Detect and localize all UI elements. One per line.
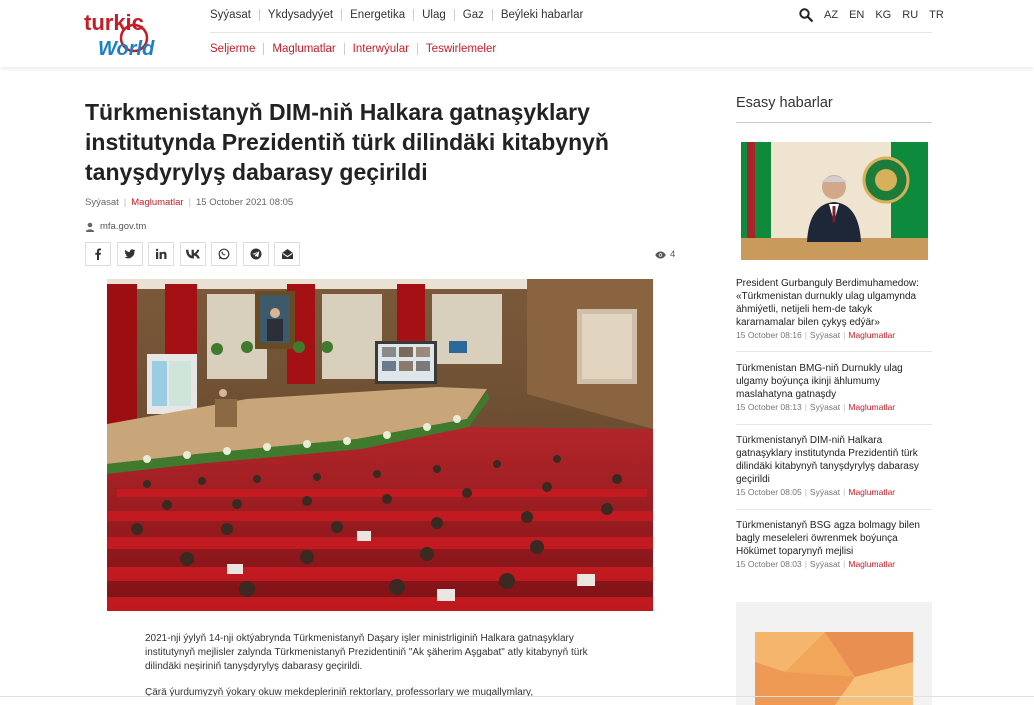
nav-item-syyasat[interactable]: Syýasat xyxy=(210,9,259,21)
news-category[interactable]: Maglumatlar xyxy=(848,487,895,497)
search-icon[interactable] xyxy=(799,8,813,22)
news-title[interactable]: Türkmenistanyň BSG agza bolmagy bilen ba… xyxy=(736,519,932,558)
lang-tr[interactable]: TR xyxy=(929,9,944,21)
news-category[interactable]: Maglumatlar xyxy=(848,559,895,569)
sidebar-featured-image[interactable] xyxy=(741,142,928,260)
news-category[interactable]: Maglumatlar xyxy=(848,330,895,340)
envelope-icon xyxy=(281,249,293,259)
sidebar-news-item[interactable]: President Gurbanguly Berdimuhamedow: «Tü… xyxy=(736,277,932,340)
turkic-world-logo[interactable]: turkic World xyxy=(84,8,174,58)
news-date: 15 October 08:03 xyxy=(736,559,802,569)
twitter-icon xyxy=(123,249,135,259)
sidebar-news-item[interactable]: Türkmenistan BMG-niň Durnukly ulag ulgam… xyxy=(736,362,932,412)
article-body: 2021-nji ýylyň 14-nji oktýabrynda Türkme… xyxy=(145,632,595,705)
article-category-maglumatlar[interactable]: Maglumatlar xyxy=(131,197,183,208)
news-category[interactable]: Syýasat xyxy=(810,330,840,340)
news-divider xyxy=(736,509,932,510)
lang-ru[interactable]: RU xyxy=(902,9,918,21)
article-category-syyasat[interactable]: Syýasat xyxy=(85,197,119,208)
secondary-nav: Seljerme Maglumatlar Interwýular Teswirl… xyxy=(210,43,504,55)
news-category[interactable]: Syýasat xyxy=(810,487,840,497)
news-meta: 15 October 08:03 | Syýasat | Maglumatlar xyxy=(736,559,896,569)
lang-az[interactable]: AZ xyxy=(824,9,838,21)
article-source: mfa.gov.tm xyxy=(85,221,146,232)
nav-divider xyxy=(210,32,932,33)
share-telegram-button[interactable] xyxy=(242,242,269,266)
advertisement-box xyxy=(736,602,932,705)
nav-item-teswirlemeler[interactable]: Teswirlemeler xyxy=(416,43,504,55)
nav-item-beyleki-habarlar[interactable]: Beýleki habarlar xyxy=(491,9,591,21)
article-hero-image[interactable] xyxy=(107,279,653,611)
meta-separator: | xyxy=(123,197,127,208)
advertisement-image[interactable] xyxy=(755,632,913,705)
news-divider xyxy=(736,424,932,425)
nav-item-maglumatlar[interactable]: Maglumatlar xyxy=(263,43,343,55)
share-vk-button[interactable] xyxy=(179,242,206,266)
share-buttons xyxy=(85,242,306,266)
article-meta: Syýasat | Maglumatlar | 15 October 2021 … xyxy=(85,197,293,208)
sidebar-title: Esasy habarlar xyxy=(736,95,833,111)
meta-separator: | xyxy=(188,197,192,208)
language-switcher: AZ EN KG RU TR xyxy=(824,9,955,21)
news-meta: 15 October 08:05 | Syýasat | Maglumatlar xyxy=(736,487,896,497)
facebook-icon xyxy=(95,248,101,260)
primary-nav: Syýasat Ykdysadyýet Energetika Ulag Gaz … xyxy=(210,9,591,21)
whatsapp-icon xyxy=(218,248,230,260)
nav-item-ulag[interactable]: Ulag xyxy=(413,9,454,21)
view-count-value: 4 xyxy=(670,249,676,260)
news-date: 15 October 08:13 xyxy=(736,402,802,412)
eye-icon xyxy=(655,251,666,258)
footer-divider xyxy=(0,696,1034,697)
nav-item-seljerme[interactable]: Seljerme xyxy=(210,43,263,55)
news-divider xyxy=(736,351,932,352)
news-title[interactable]: Türkmenistanyň DIM-niň Halkara gatnaşykl… xyxy=(736,434,932,486)
nav-item-energetika[interactable]: Energetika xyxy=(341,9,413,21)
site-header: turkic World Syýasat Ykdysadyýet Energet… xyxy=(0,0,1034,67)
nav-item-gaz[interactable]: Gaz xyxy=(453,9,492,21)
share-whatsapp-button[interactable] xyxy=(211,242,237,266)
news-category[interactable]: Maglumatlar xyxy=(848,402,895,412)
news-date: 15 October 08:05 xyxy=(736,487,802,497)
view-count: 4 xyxy=(655,249,675,260)
user-icon xyxy=(85,222,95,232)
news-date: 15 October 08:16 xyxy=(736,330,802,340)
share-facebook-button[interactable] xyxy=(85,242,111,266)
telegram-icon xyxy=(250,248,261,260)
news-title[interactable]: President Gurbanguly Berdimuhamedow: «Tü… xyxy=(736,277,932,329)
share-linkedin-button[interactable] xyxy=(148,242,174,266)
source-link[interactable]: mfa.gov.tm xyxy=(100,221,146,232)
logo-top-text: turkic xyxy=(84,10,144,35)
lang-en[interactable]: EN xyxy=(849,9,864,21)
share-email-button[interactable] xyxy=(274,242,300,266)
article-paragraph: 2021-nji ýylyň 14-nji oktýabrynda Türkme… xyxy=(145,633,588,672)
linkedin-icon xyxy=(155,248,167,259)
news-title[interactable]: Türkmenistan BMG-niň Durnukly ulag ulgam… xyxy=(736,362,932,401)
lang-kg[interactable]: KG xyxy=(875,9,891,21)
sidebar-news-item[interactable]: Türkmenistanyň BSG agza bolmagy bilen ba… xyxy=(736,519,932,569)
news-meta: 15 October 08:13 | Syýasat | Maglumatlar xyxy=(736,402,896,412)
logo-bottom-text: World xyxy=(98,38,155,58)
news-category[interactable]: Syýasat xyxy=(810,559,840,569)
vk-icon xyxy=(185,249,200,259)
nav-item-ykdysadyyet[interactable]: Ykdysadyýet xyxy=(258,9,341,21)
news-meta: 15 October 08:16 | Syýasat | Maglumatlar xyxy=(736,330,896,340)
article-date: 15 October 2021 08:05 xyxy=(196,197,294,208)
sidebar-divider xyxy=(736,122,932,123)
nav-item-interwyular[interactable]: Interwýular xyxy=(343,43,417,55)
news-category[interactable]: Syýasat xyxy=(810,402,840,412)
share-twitter-button[interactable] xyxy=(116,242,143,266)
sidebar-news-item[interactable]: Türkmenistanyň DIM-niň Halkara gatnaşykl… xyxy=(736,434,932,497)
article-paragraph: Çärä ýurdumyzyň ýokary okuw mekdeplerini… xyxy=(145,687,534,698)
article-title: Türkmenistanyň DIM-niň Halkara gatnaşykl… xyxy=(85,99,609,185)
